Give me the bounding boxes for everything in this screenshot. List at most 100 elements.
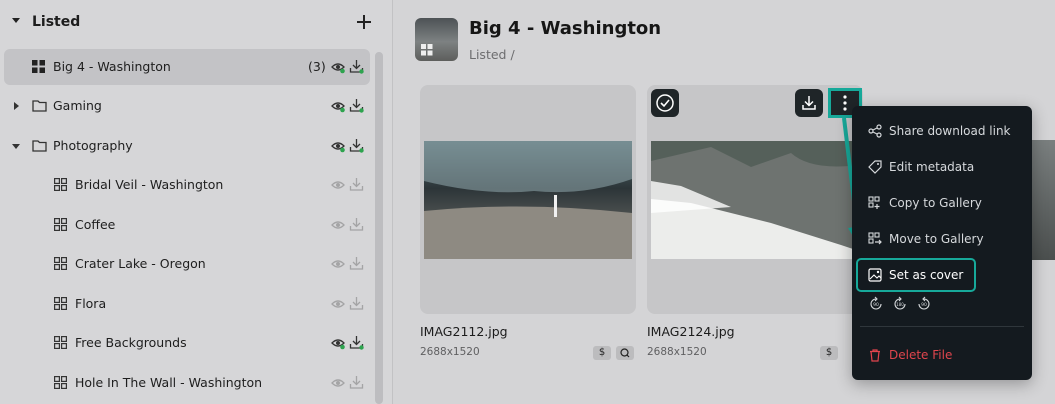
- sidebar-item-crater-lake-oregon[interactable]: Crater Lake - Oregon: [0, 246, 372, 282]
- sidebar-item-gaming[interactable]: Gaming: [0, 88, 372, 124]
- sidebar-item-label: Flora: [75, 296, 107, 311]
- menu-item-label: Move to Gallery: [889, 232, 984, 246]
- move-gallery-icon: [868, 232, 882, 245]
- select-button[interactable]: [651, 89, 679, 117]
- file-dimensions: 2688x1520: [647, 346, 707, 358]
- download-button[interactable]: [795, 89, 823, 117]
- item-count: (3): [308, 59, 326, 74]
- menu-item-label: Share download link: [889, 124, 1011, 138]
- rotate-counterclockwise-90-icon[interactable]: 90: [916, 296, 932, 312]
- sidebar-item-photography[interactable]: Photography: [0, 128, 372, 164]
- download-icon[interactable]: [349, 375, 364, 390]
- menu-item-label: Copy to Gallery: [889, 196, 982, 210]
- photo-mountain-snow: [651, 141, 859, 259]
- gallery-grid-icon: [54, 178, 67, 191]
- rotate-90-icon[interactable]: 90: [868, 296, 884, 312]
- menu-item-copy-to-gallery[interactable]: Copy to Gallery: [852, 190, 1032, 218]
- main-content: Big 4 - Washington Listed / IMAG2112.jpg…: [394, 0, 1055, 404]
- expand-caret-icon[interactable]: [14, 102, 19, 110]
- menu-divider: [860, 326, 1024, 327]
- visibility-icon[interactable]: [331, 336, 345, 350]
- image-card[interactable]: [647, 85, 863, 314]
- gallery-grid-icon: [54, 336, 67, 349]
- gallery-grid-icon: [54, 257, 67, 270]
- context-menu: Share download link Edit metadata Copy t…: [852, 106, 1032, 380]
- sidebar-header: Listed: [0, 0, 393, 46]
- trash-icon: [870, 349, 880, 362]
- sidebar-item-bridal-veil-washington[interactable]: Bridal Veil - Washington: [0, 167, 372, 203]
- download-icon[interactable]: [349, 296, 364, 311]
- gallery-cover-thumbnail: [415, 18, 458, 61]
- sidebar: Listed Big 4 - Washington (3) Gaming Pho…: [0, 0, 393, 404]
- price-tag-icon[interactable]: $: [820, 346, 838, 360]
- folder-icon: [32, 100, 47, 112]
- file-name: IMAG2124.jpg: [647, 324, 735, 339]
- sidebar-item-hole-in-the-wall-washington[interactable]: Hole In The Wall - Washington: [0, 365, 372, 401]
- breadcrumb[interactable]: Listed /: [469, 47, 515, 62]
- rotate-180-icon[interactable]: 180: [892, 296, 908, 312]
- sidebar-item-free-backgrounds[interactable]: Free Backgrounds: [0, 325, 372, 361]
- add-icon[interactable]: [355, 10, 373, 34]
- file-name: IMAG2112.jpg: [420, 324, 508, 339]
- visibility-icon[interactable]: [331, 99, 345, 113]
- collapse-caret-icon[interactable]: [12, 144, 20, 149]
- grid-icon: [32, 60, 45, 73]
- download-icon: [802, 96, 816, 110]
- share-icon: [868, 124, 882, 138]
- rotate-label: 90: [921, 302, 927, 308]
- visibility-icon[interactable]: [331, 60, 345, 74]
- image-card[interactable]: [420, 85, 636, 314]
- gallery-grid-icon: [54, 376, 67, 389]
- menu-item-share-download-link[interactable]: Share download link: [852, 118, 1032, 146]
- grid-icon: [421, 44, 433, 56]
- menu-item-label: Delete File: [889, 348, 953, 362]
- collapse-caret-icon[interactable]: [12, 18, 20, 23]
- download-icon[interactable]: [349, 138, 364, 153]
- tag-icon: [868, 160, 882, 174]
- download-icon[interactable]: [349, 217, 364, 232]
- sidebar-item-big-4-washington[interactable]: Big 4 - Washington (3): [4, 49, 370, 85]
- price-tag-icon[interactable]: $: [593, 346, 611, 360]
- menu-item-delete-file[interactable]: Delete File: [852, 342, 1032, 370]
- gallery-grid-icon: [54, 297, 67, 310]
- folder-icon: [32, 140, 47, 152]
- download-icon[interactable]: [349, 177, 364, 192]
- photo-ice-cave: [424, 141, 632, 259]
- visibility-icon[interactable]: [331, 297, 345, 311]
- sidebar-item-label: Bridal Veil - Washington: [75, 177, 224, 192]
- rotate-label: 180: [896, 302, 904, 307]
- sidebar-item-flora[interactable]: Flora: [0, 286, 372, 322]
- sidebar-item-label: Coffee: [75, 217, 116, 232]
- menu-item-set-as-cover[interactable]: Set as cover: [856, 258, 976, 292]
- menu-item-label: Edit metadata: [889, 160, 975, 174]
- visibility-icon[interactable]: [331, 257, 345, 271]
- sidebar-item-coffee[interactable]: Coffee: [0, 207, 372, 243]
- sidebar-item-label: Crater Lake - Oregon: [75, 256, 206, 271]
- download-icon[interactable]: [349, 98, 364, 113]
- sidebar-scrollbar[interactable]: [375, 52, 383, 404]
- sidebar-item-label: Hole In The Wall - Washington: [75, 375, 263, 390]
- download-icon[interactable]: [349, 59, 364, 74]
- rotate-label: 90: [873, 302, 879, 308]
- menu-item-label: Set as cover: [889, 268, 964, 282]
- download-icon[interactable]: [349, 256, 364, 271]
- check-circle-icon: [656, 94, 674, 112]
- search-icon[interactable]: [616, 346, 634, 360]
- next-image-peek: [1032, 140, 1055, 260]
- image-icon: [868, 268, 882, 282]
- menu-item-move-to-gallery[interactable]: Move to Gallery: [852, 226, 1032, 254]
- visibility-icon[interactable]: [331, 218, 345, 232]
- file-dimensions: 2688x1520: [420, 346, 480, 358]
- sidebar-item-label: Big 4 - Washington: [53, 59, 171, 74]
- sidebar-item-label: Photography: [53, 138, 133, 153]
- visibility-icon[interactable]: [331, 139, 345, 153]
- menu-item-edit-metadata[interactable]: Edit metadata: [852, 154, 1032, 182]
- sidebar-item-label: Gaming: [53, 98, 102, 113]
- visibility-icon[interactable]: [331, 376, 345, 390]
- visibility-icon[interactable]: [331, 178, 345, 192]
- download-icon[interactable]: [349, 335, 364, 350]
- page-title: Big 4 - Washington: [469, 18, 662, 39]
- sidebar-item-label: Free Backgrounds: [75, 335, 187, 350]
- copy-gallery-icon: [868, 196, 880, 209]
- sidebar-title: Listed: [32, 14, 81, 30]
